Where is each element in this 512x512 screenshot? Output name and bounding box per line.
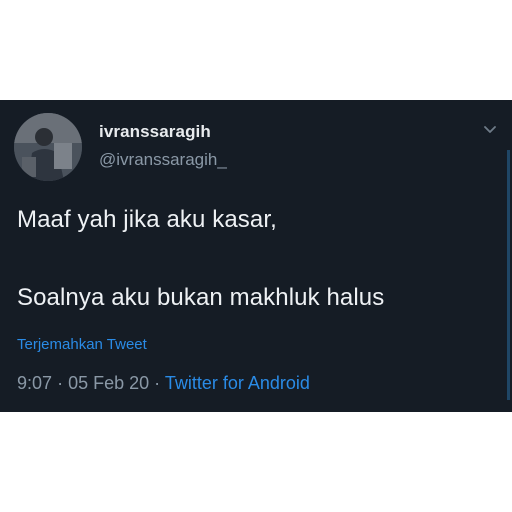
tweet-date: 05 Feb 20 — [68, 373, 150, 393]
avatar[interactable] — [14, 113, 82, 181]
meta-separator: · — [57, 373, 64, 393]
scroll-edge — [507, 150, 510, 400]
chevron-down-icon[interactable] — [480, 122, 500, 138]
tweet-text-line-2: Soalnya aku bukan makhluk halus — [17, 284, 385, 311]
display-name[interactable]: ivranssaragih — [99, 122, 211, 142]
tweet-meta: 9:07 · 05 Feb 20 · Twitter for Android — [17, 373, 310, 394]
tweet-text-line-1: Maaf yah jika aku kasar, — [17, 206, 277, 233]
user-handle[interactable]: @ivranssaragih_ — [99, 150, 227, 170]
tweet-time: 9:07 — [17, 373, 53, 393]
translate-tweet-link[interactable]: Terjemahkan Tweet — [17, 336, 147, 353]
meta-separator: · — [154, 373, 161, 393]
tweet-source-link[interactable]: Twitter for Android — [165, 373, 310, 393]
tweet-card: ivranssaragih @ivranssaragih_ Maaf yah j… — [0, 100, 512, 412]
